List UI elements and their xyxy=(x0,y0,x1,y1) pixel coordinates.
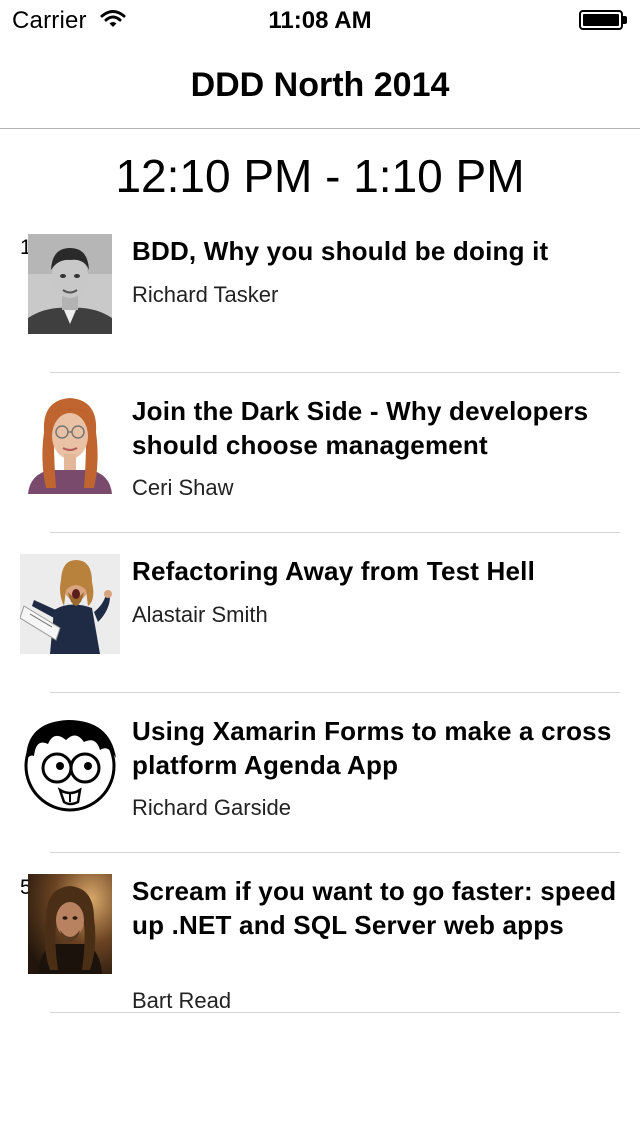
row-separator xyxy=(50,852,620,853)
page-title: DDD North 2014 xyxy=(190,66,450,104)
status-bar: Carrier 11:08 AM xyxy=(0,0,640,40)
cartoon-avatar-icon xyxy=(20,714,120,814)
session-row[interactable]: 2 Join the Dark Side - Why developers sh… xyxy=(0,392,640,552)
speaker-name: Ceri Shaw xyxy=(132,475,234,500)
navigation-bar: DDD North 2014 xyxy=(0,40,640,129)
speaker-photo-icon xyxy=(20,554,120,654)
session-title: BDD, Why you should be doing it xyxy=(132,236,549,266)
session-row[interactable]: 4 Using Xamarin Forms to make a cross pl… xyxy=(0,712,640,872)
speaker-photo-icon xyxy=(28,874,112,974)
session-title: Using Xamarin Forms to make a cross plat… xyxy=(132,716,612,780)
battery-icon xyxy=(579,10,627,30)
session-row[interactable]: 3 Refactoring Away from Test Hell Alasta… xyxy=(0,552,640,712)
row-separator xyxy=(50,1012,620,1013)
row-separator xyxy=(50,372,620,373)
row-separator xyxy=(50,692,620,693)
session-row[interactable]: 1 BDD, Why you should be doing it Richar… xyxy=(0,232,640,392)
speaker-name: Alastair Smith xyxy=(132,602,268,627)
time-slot-heading: 12:10 PM - 1:10 PM xyxy=(115,150,525,202)
session-row[interactable]: 5 Scream if you want to go faster: speed… xyxy=(0,872,640,1032)
speaker-name: Bart Read xyxy=(132,988,232,1013)
session-title: Scream if you want to go faster: speed u… xyxy=(132,876,617,940)
speaker-photo-icon xyxy=(20,392,120,494)
speaker-name: Richard Tasker xyxy=(132,282,279,307)
session-title: Join the Dark Side - Why developers shou… xyxy=(132,396,589,460)
speaker-photo-icon xyxy=(28,234,112,334)
speaker-name: Richard Garside xyxy=(132,795,291,820)
status-time: 11:08 AM xyxy=(268,7,372,34)
session-title: Refactoring Away from Test Hell xyxy=(132,556,536,586)
row-separator xyxy=(50,532,620,533)
